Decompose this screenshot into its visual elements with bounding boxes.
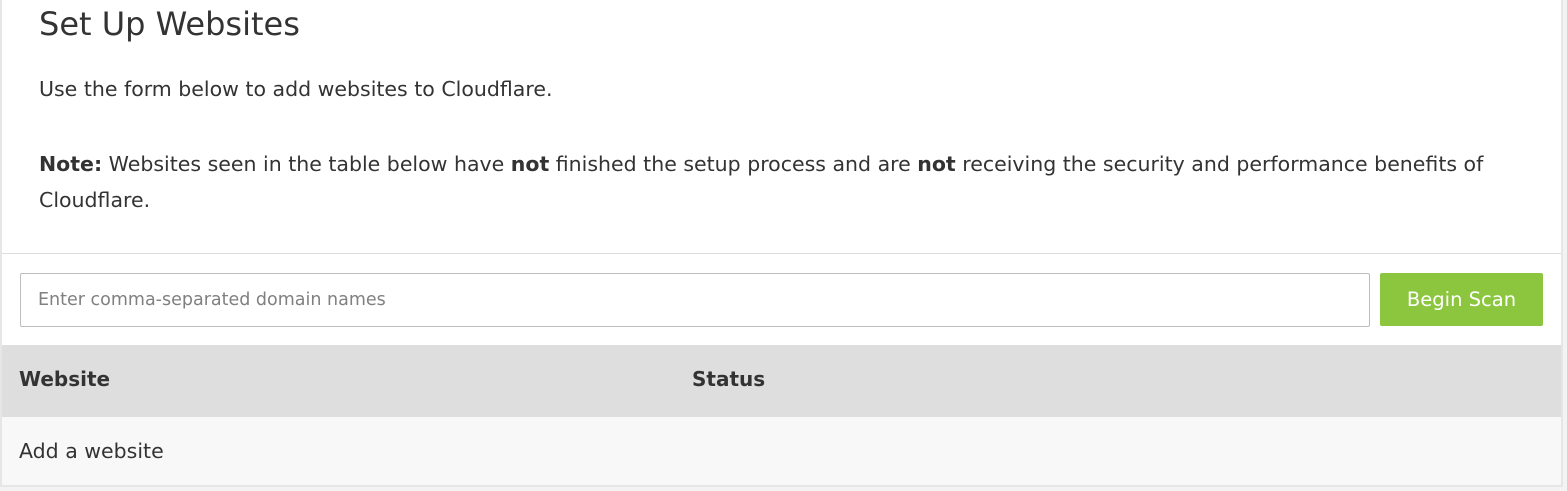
begin-scan-button[interactable]: Begin Scan: [1380, 273, 1543, 326]
setup-note: Note: Websites seen in the table below h…: [39, 146, 1509, 218]
note-label: Note:: [39, 152, 103, 176]
note-text-2: finished the setup process and are: [549, 152, 918, 176]
add-website-cell: Add a website: [19, 439, 164, 463]
section-divider: [2, 253, 1561, 254]
websites-table-header: Website Status: [2, 345, 1561, 417]
column-header-website: Website: [19, 367, 111, 391]
column-header-status: Status: [692, 367, 766, 391]
page-title: Set Up Websites: [39, 5, 300, 43]
note-emphasis-2: not: [917, 152, 956, 176]
note-text-1: Websites seen in the table below have: [102, 152, 511, 176]
setup-websites-panel: Set Up Websites Use the form below to ad…: [0, 0, 1563, 487]
page-description: Use the form below to add websites to Cl…: [39, 77, 553, 101]
note-emphasis-1: not: [510, 152, 550, 176]
table-row: Add a website: [2, 417, 1561, 485]
domain-names-input[interactable]: [20, 273, 1370, 327]
